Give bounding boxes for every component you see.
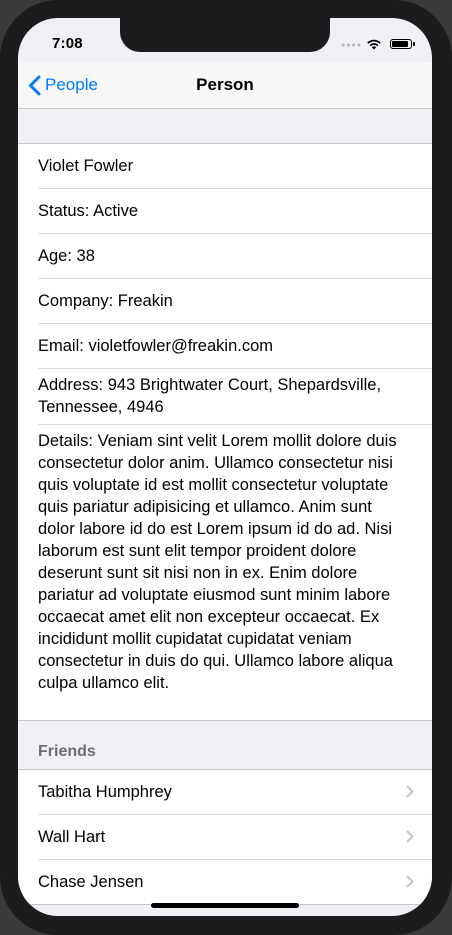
person-info-group: Violet Fowler Status: Active Age: 38 Compa… — [18, 143, 432, 721]
email-row: Email: violetfowler@freakin.com — [18, 324, 432, 369]
email-value: violetfowler@freakin.com — [88, 337, 273, 355]
status-time: 7:08 — [52, 35, 83, 52]
company-value: Freakin — [117, 292, 173, 310]
company-label: Company: — [38, 292, 114, 310]
friend-name: Tabitha Humphrey — [38, 770, 432, 815]
friends-group: Tabitha Humphrey Wall Hart Chase Jensen — [18, 769, 432, 905]
age-row: Age: 38 — [18, 234, 432, 279]
signal-dots-icon: ●●●● — [341, 42, 362, 49]
status-row: Status: Active — [18, 189, 432, 234]
status-icons: ●●●● — [302, 38, 415, 50]
battery-icon — [390, 39, 415, 49]
person-name: Violet Fowler — [38, 144, 432, 189]
friend-row[interactable]: Chase Jensen — [18, 860, 432, 904]
chevron-right-icon — [406, 875, 414, 888]
details-label: Details: — [38, 432, 94, 450]
page-title: Person — [196, 75, 254, 94]
company-row: Company: Freakin — [18, 279, 432, 324]
address-row: Address: 943 Brightwater Court, Shepardsv… — [18, 369, 432, 425]
device-notch — [120, 18, 330, 52]
name-row: Violet Fowler — [18, 144, 432, 189]
chevron-right-icon — [406, 785, 414, 798]
friend-name: Chase Jensen — [38, 873, 144, 891]
age-label: Age: — [38, 247, 72, 265]
chevron-right-icon — [406, 830, 414, 843]
friend-row[interactable]: Tabitha Humphrey — [18, 770, 432, 815]
wifi-icon — [367, 39, 381, 50]
address-label: Address: — [38, 376, 104, 394]
device-frame: 7:08 ●●●● People Person Violet Fowler St… — [0, 0, 452, 935]
email-label: Email: — [38, 337, 84, 355]
friends-section-header: Friends — [38, 743, 96, 760]
home-indicator[interactable] — [151, 903, 299, 908]
navigation-bar: People Person — [18, 62, 432, 109]
status-bar: 7:08 ●●●● — [18, 18, 432, 62]
details-row: Details: Veniam sint velit Lorem mollit d… — [18, 425, 432, 720]
friend-row[interactable]: Wall Hart — [18, 815, 432, 860]
screen: 7:08 ●●●● People Person Violet Fowler St… — [18, 18, 432, 916]
status-label: Status: — [38, 202, 90, 220]
details-value: Veniam sint velit Lorem mollit dolore du… — [38, 432, 397, 692]
person-detail-list: Violet Fowler Status: Active Age: 38 Compa… — [18, 109, 432, 905]
friend-name: Wall Hart — [38, 815, 432, 860]
age-value: 38 — [76, 247, 95, 265]
status-value: Active — [93, 202, 138, 220]
